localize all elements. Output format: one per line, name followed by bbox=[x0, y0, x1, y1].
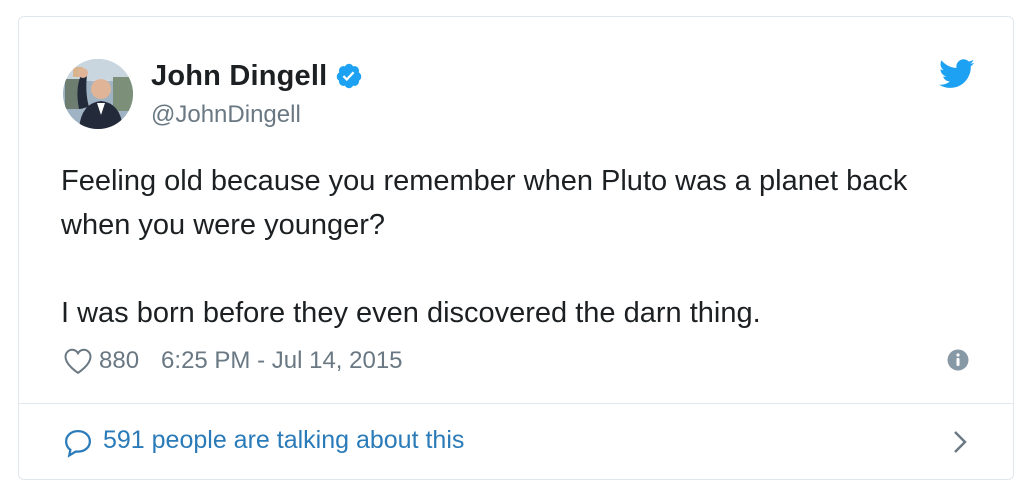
chevron-right-icon[interactable] bbox=[951, 428, 969, 456]
like-count[interactable]: 880 bbox=[99, 347, 139, 375]
tweet-timestamp[interactable]: 6:25 PM - Jul 14, 2015 bbox=[161, 347, 402, 375]
tweet-paragraph: I was born before they even discovered t… bbox=[61, 297, 761, 329]
avatar[interactable] bbox=[63, 59, 133, 129]
author-display-name[interactable]: John Dingell bbox=[151, 60, 327, 93]
info-icon[interactable] bbox=[947, 349, 969, 371]
tweet-text: Feeling old because you remember when Pl… bbox=[61, 159, 981, 335]
heart-icon[interactable] bbox=[63, 347, 93, 375]
twitter-bird-icon[interactable] bbox=[939, 59, 975, 89]
verified-badge-icon bbox=[337, 63, 362, 89]
author-name-row[interactable]: John Dingell bbox=[151, 57, 363, 95]
tweet-meta-row: 880 6:25 PM - Jul 14, 2015 bbox=[63, 345, 403, 377]
tweet-card: John Dingell @JohnDingell Feeling old be… bbox=[18, 16, 1014, 480]
tweet-paragraph: Feeling old because you remember when Pl… bbox=[61, 165, 908, 241]
speech-bubble-icon bbox=[64, 429, 92, 458]
author-handle[interactable]: @JohnDingell bbox=[151, 101, 301, 129]
conversation-link[interactable]: 591 people are talking about this bbox=[19, 404, 1013, 480]
conversation-label[interactable]: 591 people are talking about this bbox=[103, 426, 464, 455]
